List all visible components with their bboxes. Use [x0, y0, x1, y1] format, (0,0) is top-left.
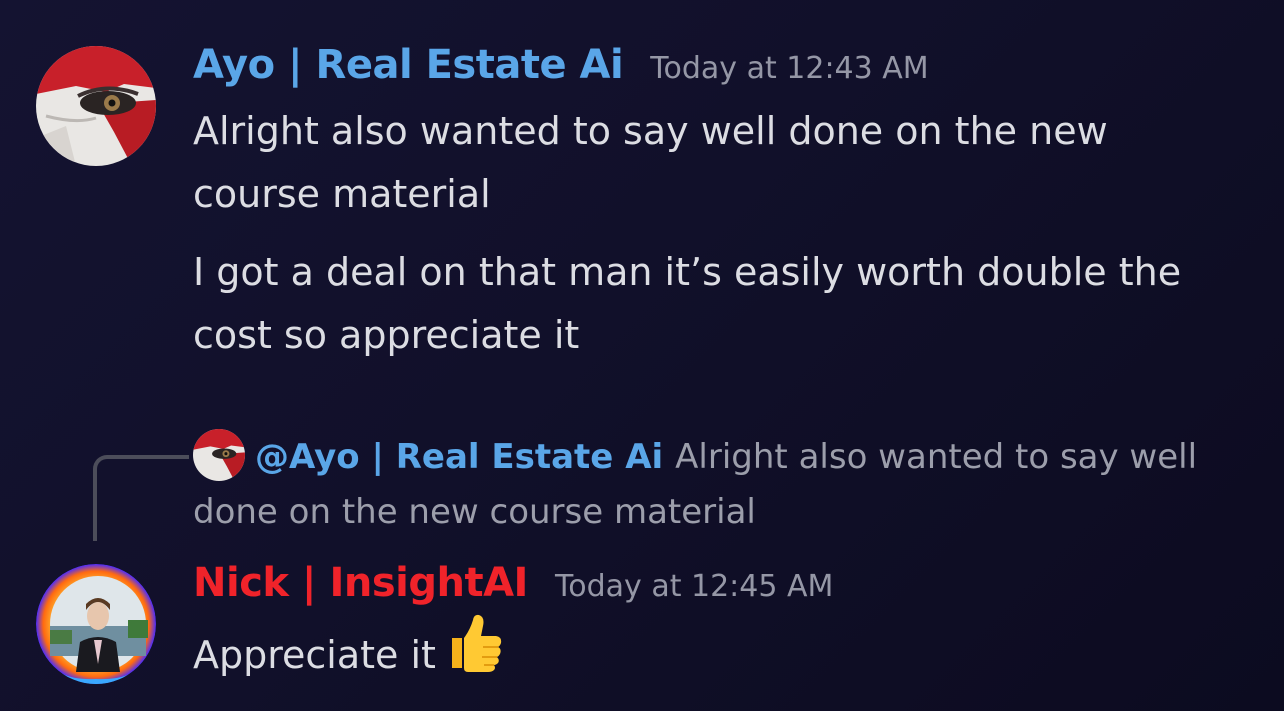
- reply-avatar: [193, 428, 245, 481]
- avatar[interactable]: [36, 564, 156, 684]
- username[interactable]: Ayo | Real Estate Ai: [193, 42, 624, 88]
- message-text: I got a deal on that man it’s easily wor…: [193, 250, 1182, 357]
- avatar[interactable]: [36, 46, 156, 166]
- message-text: Appreciate it: [193, 614, 1093, 697]
- timestamp: Today at 12:45 AM: [555, 569, 834, 604]
- message-header: Ayo | Real Estate Ai Today at 12:43 AM: [193, 42, 929, 88]
- reply-connector: [93, 455, 189, 541]
- reply-mention[interactable]: @Ayo | Real Estate Ai: [255, 437, 663, 477]
- thumbs-up-icon: [446, 612, 504, 691]
- reply-preview[interactable]: @Ayo | Real Estate Ai Alright also wanted…: [193, 428, 1243, 539]
- timestamp: Today at 12:43 AM: [650, 51, 929, 86]
- message-header: Nick | InsightAI Today at 12:45 AM: [193, 560, 833, 606]
- message-body: Appreciate it: [193, 633, 436, 677]
- message-text: Alright also wanted to say well done on …: [193, 109, 1108, 216]
- username[interactable]: Nick | InsightAI: [193, 560, 528, 606]
